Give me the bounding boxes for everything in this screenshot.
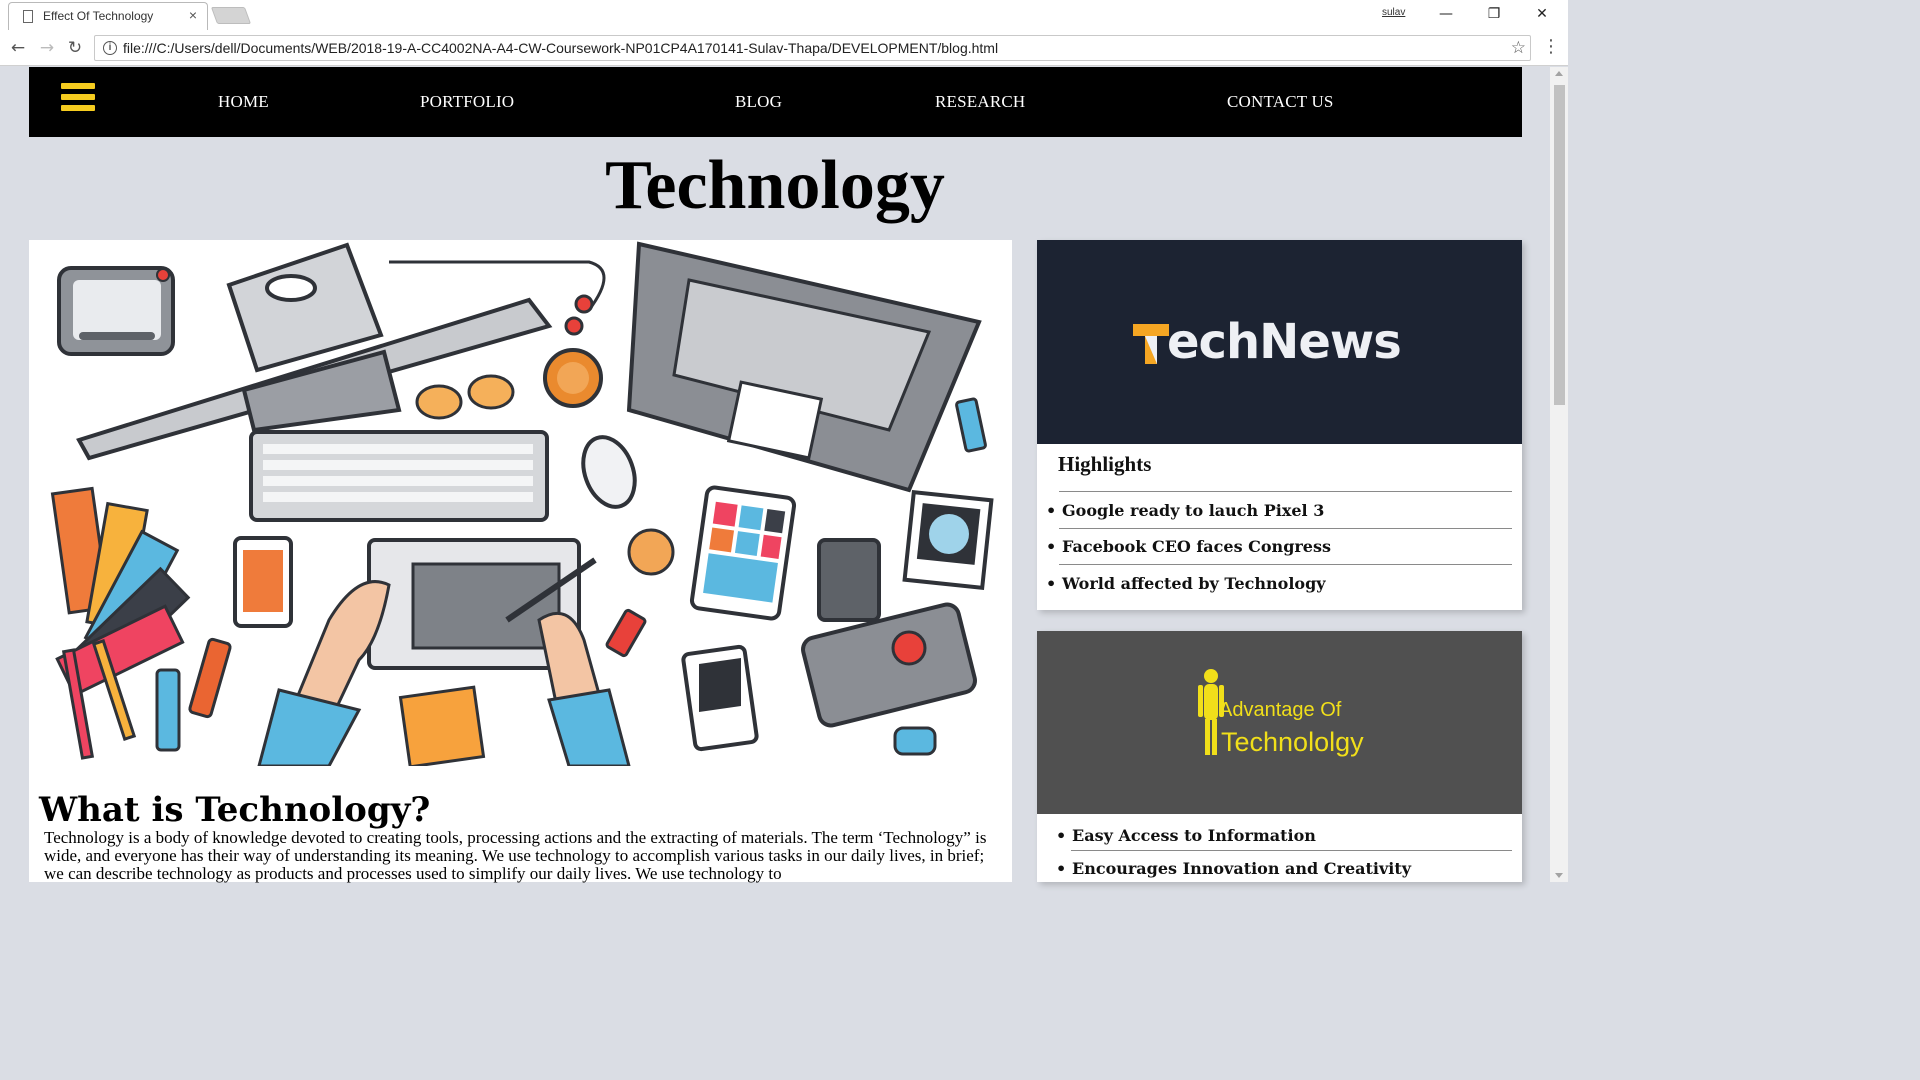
advantage-banner: Advantage Of Technololgy: [1037, 631, 1522, 814]
scroll-thumb[interactable]: [1554, 85, 1565, 405]
advantage-card: Advantage Of Technololgy • Easy Access to…: [1037, 631, 1522, 882]
bookmark-star-icon[interactable]: ☆: [1511, 38, 1526, 58]
highlight-item[interactable]: • Facebook CEO faces Congress: [1046, 537, 1331, 556]
forward-arrow-icon[interactable]: →: [35, 36, 59, 60]
page-scrollbar[interactable]: [1550, 67, 1568, 882]
highlights-title: Highlights: [1058, 452, 1152, 476]
highlight-item-label[interactable]: World affected by Technology: [1062, 574, 1326, 593]
address-toolbar: ← → ↻ i file:///C:/Users/dell/Documents/…: [0, 30, 1568, 66]
window-close-icon[interactable]: ✕: [1527, 4, 1557, 24]
technews-banner: echNews: [1037, 240, 1522, 444]
highlight-item-label[interactable]: Facebook CEO faces Congress: [1062, 537, 1331, 556]
article-card: What is Technology? Technology is a body…: [29, 240, 1012, 883]
advantage-logo-line2: Technololgy: [1221, 727, 1364, 757]
technews-card: echNews Highlights • Google ready to lauc…: [1037, 240, 1522, 610]
profile-user-label[interactable]: sulav: [1382, 7, 1405, 18]
minimize-icon[interactable]: —: [1431, 4, 1461, 24]
site-navbar: HOME PORTFOLIO BLOG RESEARCH CONTACT US: [29, 67, 1522, 137]
workspace-illustration: [29, 240, 1012, 766]
url-bar[interactable]: i file:///C:/Users/dell/Documents/WEB/20…: [94, 35, 1531, 61]
url-text[interactable]: file:///C:/Users/dell/Documents/WEB/2018…: [123, 40, 998, 56]
divider: [1059, 528, 1512, 529]
tab-title: Effect Of Technology: [43, 9, 154, 23]
divider: [1059, 564, 1512, 565]
advantage-item[interactable]: • Encourages Innovation and Creativity: [1056, 859, 1411, 878]
nav-portfolio[interactable]: PORTFOLIO: [420, 92, 514, 112]
advantage-item[interactable]: • Easy Access to Information: [1056, 826, 1316, 845]
page-title: Technology: [605, 147, 945, 224]
new-tab-button[interactable]: [210, 7, 252, 24]
article-heading: What is Technology?: [39, 790, 431, 830]
highlight-item[interactable]: • Google ready to lauch Pixel 3: [1046, 501, 1324, 520]
scroll-down-arrow-icon[interactable]: [1555, 873, 1563, 878]
site-info-icon[interactable]: i: [103, 41, 117, 55]
highlight-item[interactable]: • World affected by Technology: [1046, 574, 1326, 593]
hamburger-menu-icon[interactable]: [61, 83, 95, 117]
back-arrow-icon[interactable]: ←: [6, 36, 30, 60]
browser-menu-icon[interactable]: ⋮: [1542, 36, 1560, 57]
nav-blog[interactable]: BLOG: [735, 92, 782, 112]
divider: [1059, 491, 1512, 492]
technews-logo-text: echNews: [1167, 314, 1402, 370]
highlight-item-label[interactable]: Google ready to lauch Pixel 3: [1062, 501, 1324, 520]
nav-research[interactable]: RESEARCH: [935, 92, 1025, 112]
advantage-item-label[interactable]: Encourages Innovation and Creativity: [1072, 859, 1411, 878]
divider: [1071, 850, 1512, 851]
advantage-logo-line1: Advantage Of: [1219, 699, 1342, 721]
nav-contact-us[interactable]: CONTACT US: [1227, 92, 1334, 112]
browser-tab-strip: Effect Of Technology × sulav — ❐ ✕: [0, 0, 1568, 30]
article-body: Technology is a body of knowledge devote…: [44, 828, 987, 883]
scroll-up-arrow-icon[interactable]: [1555, 71, 1563, 76]
reload-icon[interactable]: ↻: [63, 36, 87, 60]
browser-tab-active[interactable]: Effect Of Technology ×: [8, 2, 208, 30]
page-icon: [23, 10, 33, 23]
advantage-item-label[interactable]: Easy Access to Information: [1072, 826, 1316, 845]
restore-icon[interactable]: ❐: [1479, 4, 1509, 24]
nav-home[interactable]: HOME: [218, 92, 269, 112]
tab-close-icon[interactable]: ×: [189, 7, 197, 23]
